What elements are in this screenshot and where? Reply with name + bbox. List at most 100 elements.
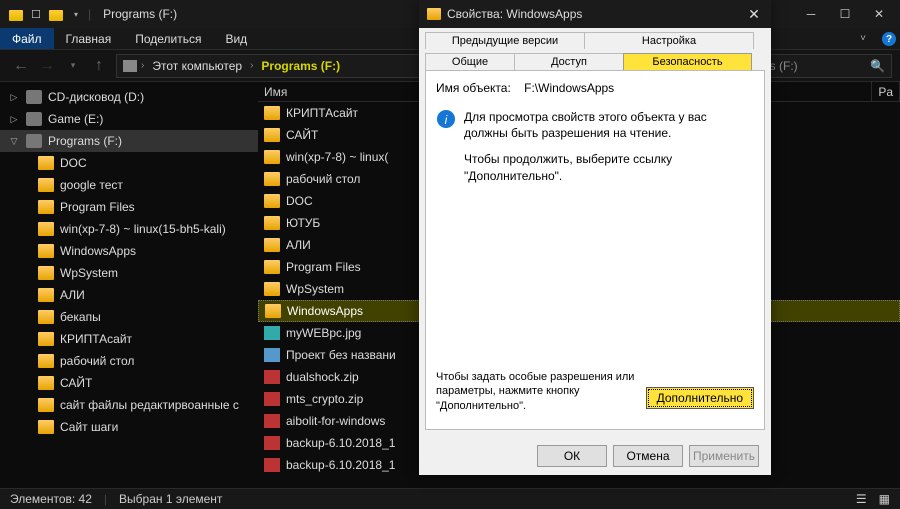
svg-text:i: i (445, 113, 448, 127)
minimize-button[interactable]: ─ (794, 0, 828, 28)
dialog-buttons: ОК Отмена Применить (537, 445, 759, 467)
ribbon-collapse-icon[interactable]: ˅ (848, 28, 878, 49)
folder-icon (264, 150, 280, 164)
column-cutoff[interactable]: Pa (872, 82, 900, 101)
folder-icon (265, 304, 281, 318)
tree-item[interactable]: ▷ Game (E:) (0, 108, 258, 130)
back-button[interactable]: ← (8, 53, 34, 79)
zip-icon (264, 392, 280, 406)
address-root-icon (123, 60, 137, 72)
tree-item[interactable]: АЛИ (0, 284, 258, 306)
tree-item[interactable]: ▷CD-дисковод (D:) (0, 86, 258, 108)
cancel-button[interactable]: Отмена (613, 445, 683, 467)
security-panel: Имя объекта: F:\WindowsApps i Для просмо… (425, 70, 765, 430)
tree-item[interactable]: DOC (0, 152, 258, 174)
tree-item[interactable]: сайт файлы редактирвоанные с (0, 394, 258, 416)
doc-icon (264, 348, 280, 362)
view-icons-icon[interactable]: ▦ (879, 492, 890, 506)
breadcrumb-root[interactable]: Этот компьютер (148, 59, 246, 73)
breadcrumb-current[interactable]: Programs (F:) (257, 59, 344, 73)
folder-icon (38, 288, 54, 302)
menu-share[interactable]: Поделиться (123, 28, 213, 49)
menu-file[interactable]: Файл (0, 28, 54, 49)
tab-general[interactable]: Общие (425, 53, 515, 70)
tree-item-label: сайт файлы редактирвоанные с (60, 398, 239, 412)
folder-icon (264, 194, 280, 208)
dialog-titlebar[interactable]: Свойства: WindowsApps ✕ (419, 0, 771, 28)
properties-dialog: Свойства: WindowsApps ✕ Предыдущие верси… (419, 0, 771, 475)
tree-item[interactable]: WpSystem (0, 262, 258, 284)
menu-home[interactable]: Главная (54, 28, 124, 49)
tree-item-label: КРИПТАсайт (60, 332, 132, 346)
tree-chevron-icon[interactable]: ▷ (8, 92, 20, 103)
tree-item[interactable]: рабочий стол (0, 350, 258, 372)
tree-item[interactable]: САЙТ (0, 372, 258, 394)
tree-item-label: Programs (F:) (48, 134, 122, 148)
help-button[interactable]: ? (882, 32, 896, 46)
view-details-icon[interactable]: ☰ (856, 492, 867, 506)
tree-item[interactable]: Program Files (0, 196, 258, 218)
qat-dropdown-icon[interactable]: ▾ (68, 6, 84, 22)
up-button[interactable]: ↑ (86, 53, 112, 79)
recent-dropdown[interactable]: ▾ (60, 53, 86, 79)
zip-icon (264, 414, 280, 428)
tree-chevron-icon[interactable]: ▽ (8, 136, 20, 147)
system-menu-icon[interactable] (8, 6, 24, 22)
folder-icon (38, 354, 54, 368)
img-icon (264, 326, 280, 340)
qat-newfolder-icon[interactable] (48, 6, 64, 22)
status-selected: Выбран 1 элемент (119, 492, 222, 506)
tree-item[interactable]: КРИПТАсайт (0, 328, 258, 350)
folder-icon (264, 106, 280, 120)
menu-view[interactable]: Вид (213, 28, 259, 49)
folder-icon (38, 420, 54, 434)
folder-icon (38, 266, 54, 280)
folder-icon (38, 178, 54, 192)
tree-item-label: win(xp-7-8) ~ linux(15-bh5-kali) (60, 222, 226, 236)
folder-icon (38, 244, 54, 258)
tree-item[interactable]: Сайт шаги (0, 416, 258, 438)
folder-icon (38, 310, 54, 324)
tree-item[interactable]: бекапы (0, 306, 258, 328)
object-name-value: F:\WindowsApps (524, 81, 614, 95)
tree-item[interactable]: WindowsApps (0, 240, 258, 262)
tree-item[interactable]: win(xp-7-8) ~ linux(15-bh5-kali) (0, 218, 258, 240)
advanced-description: Чтобы задать особые разрешения или парам… (436, 370, 636, 413)
zip-icon (264, 436, 280, 450)
tree-item-label: google тест (60, 178, 123, 192)
tree-item[interactable]: google тест (0, 174, 258, 196)
tab-previous-versions[interactable]: Предыдущие версии (425, 32, 585, 49)
folder-icon (38, 156, 54, 170)
tree-item[interactable]: ▽ Programs (F:) (0, 130, 258, 152)
qat-properties-icon[interactable]: ☐ (28, 6, 44, 22)
tab-security[interactable]: Безопасность (623, 53, 752, 70)
tab-sharing[interactable]: Доступ (514, 53, 624, 70)
folder-icon (38, 376, 54, 390)
ok-button[interactable]: ОК (537, 445, 607, 467)
maximize-button[interactable]: ☐ (828, 0, 862, 28)
tree-item-label: WindowsApps (60, 244, 136, 258)
zip-icon (264, 458, 280, 472)
tree-item-label: САЙТ (60, 376, 92, 390)
folder-icon (427, 8, 441, 20)
tab-customize[interactable]: Настройка (584, 32, 754, 49)
nav-tree[interactable]: ▷CD-дисковод (D:)▷Game (E:)▽Programs (F:… (0, 82, 258, 488)
window-controls: ─ ☐ ✕ (794, 0, 896, 28)
dialog-close-button[interactable]: ✕ (737, 0, 771, 28)
advanced-button[interactable]: Дополнительно (646, 387, 754, 409)
folder-icon (38, 332, 54, 346)
folder-icon (264, 282, 280, 296)
drive-icon (26, 90, 42, 104)
folder-icon (38, 398, 54, 412)
tree-item-label: рабочий стол (60, 354, 134, 368)
forward-button[interactable]: → (34, 53, 60, 79)
apply-button[interactable]: Применить (689, 445, 759, 467)
folder-icon (38, 222, 54, 236)
tree-chevron-icon[interactable]: ▷ (8, 114, 20, 125)
close-button[interactable]: ✕ (862, 0, 896, 28)
drive-icon (26, 112, 42, 126)
dialog-title: Свойства: WindowsApps (447, 7, 731, 21)
zip-icon (264, 370, 280, 384)
tree-item-label: Game (E:) (48, 112, 103, 126)
tree-item-label: WpSystem (60, 266, 118, 280)
